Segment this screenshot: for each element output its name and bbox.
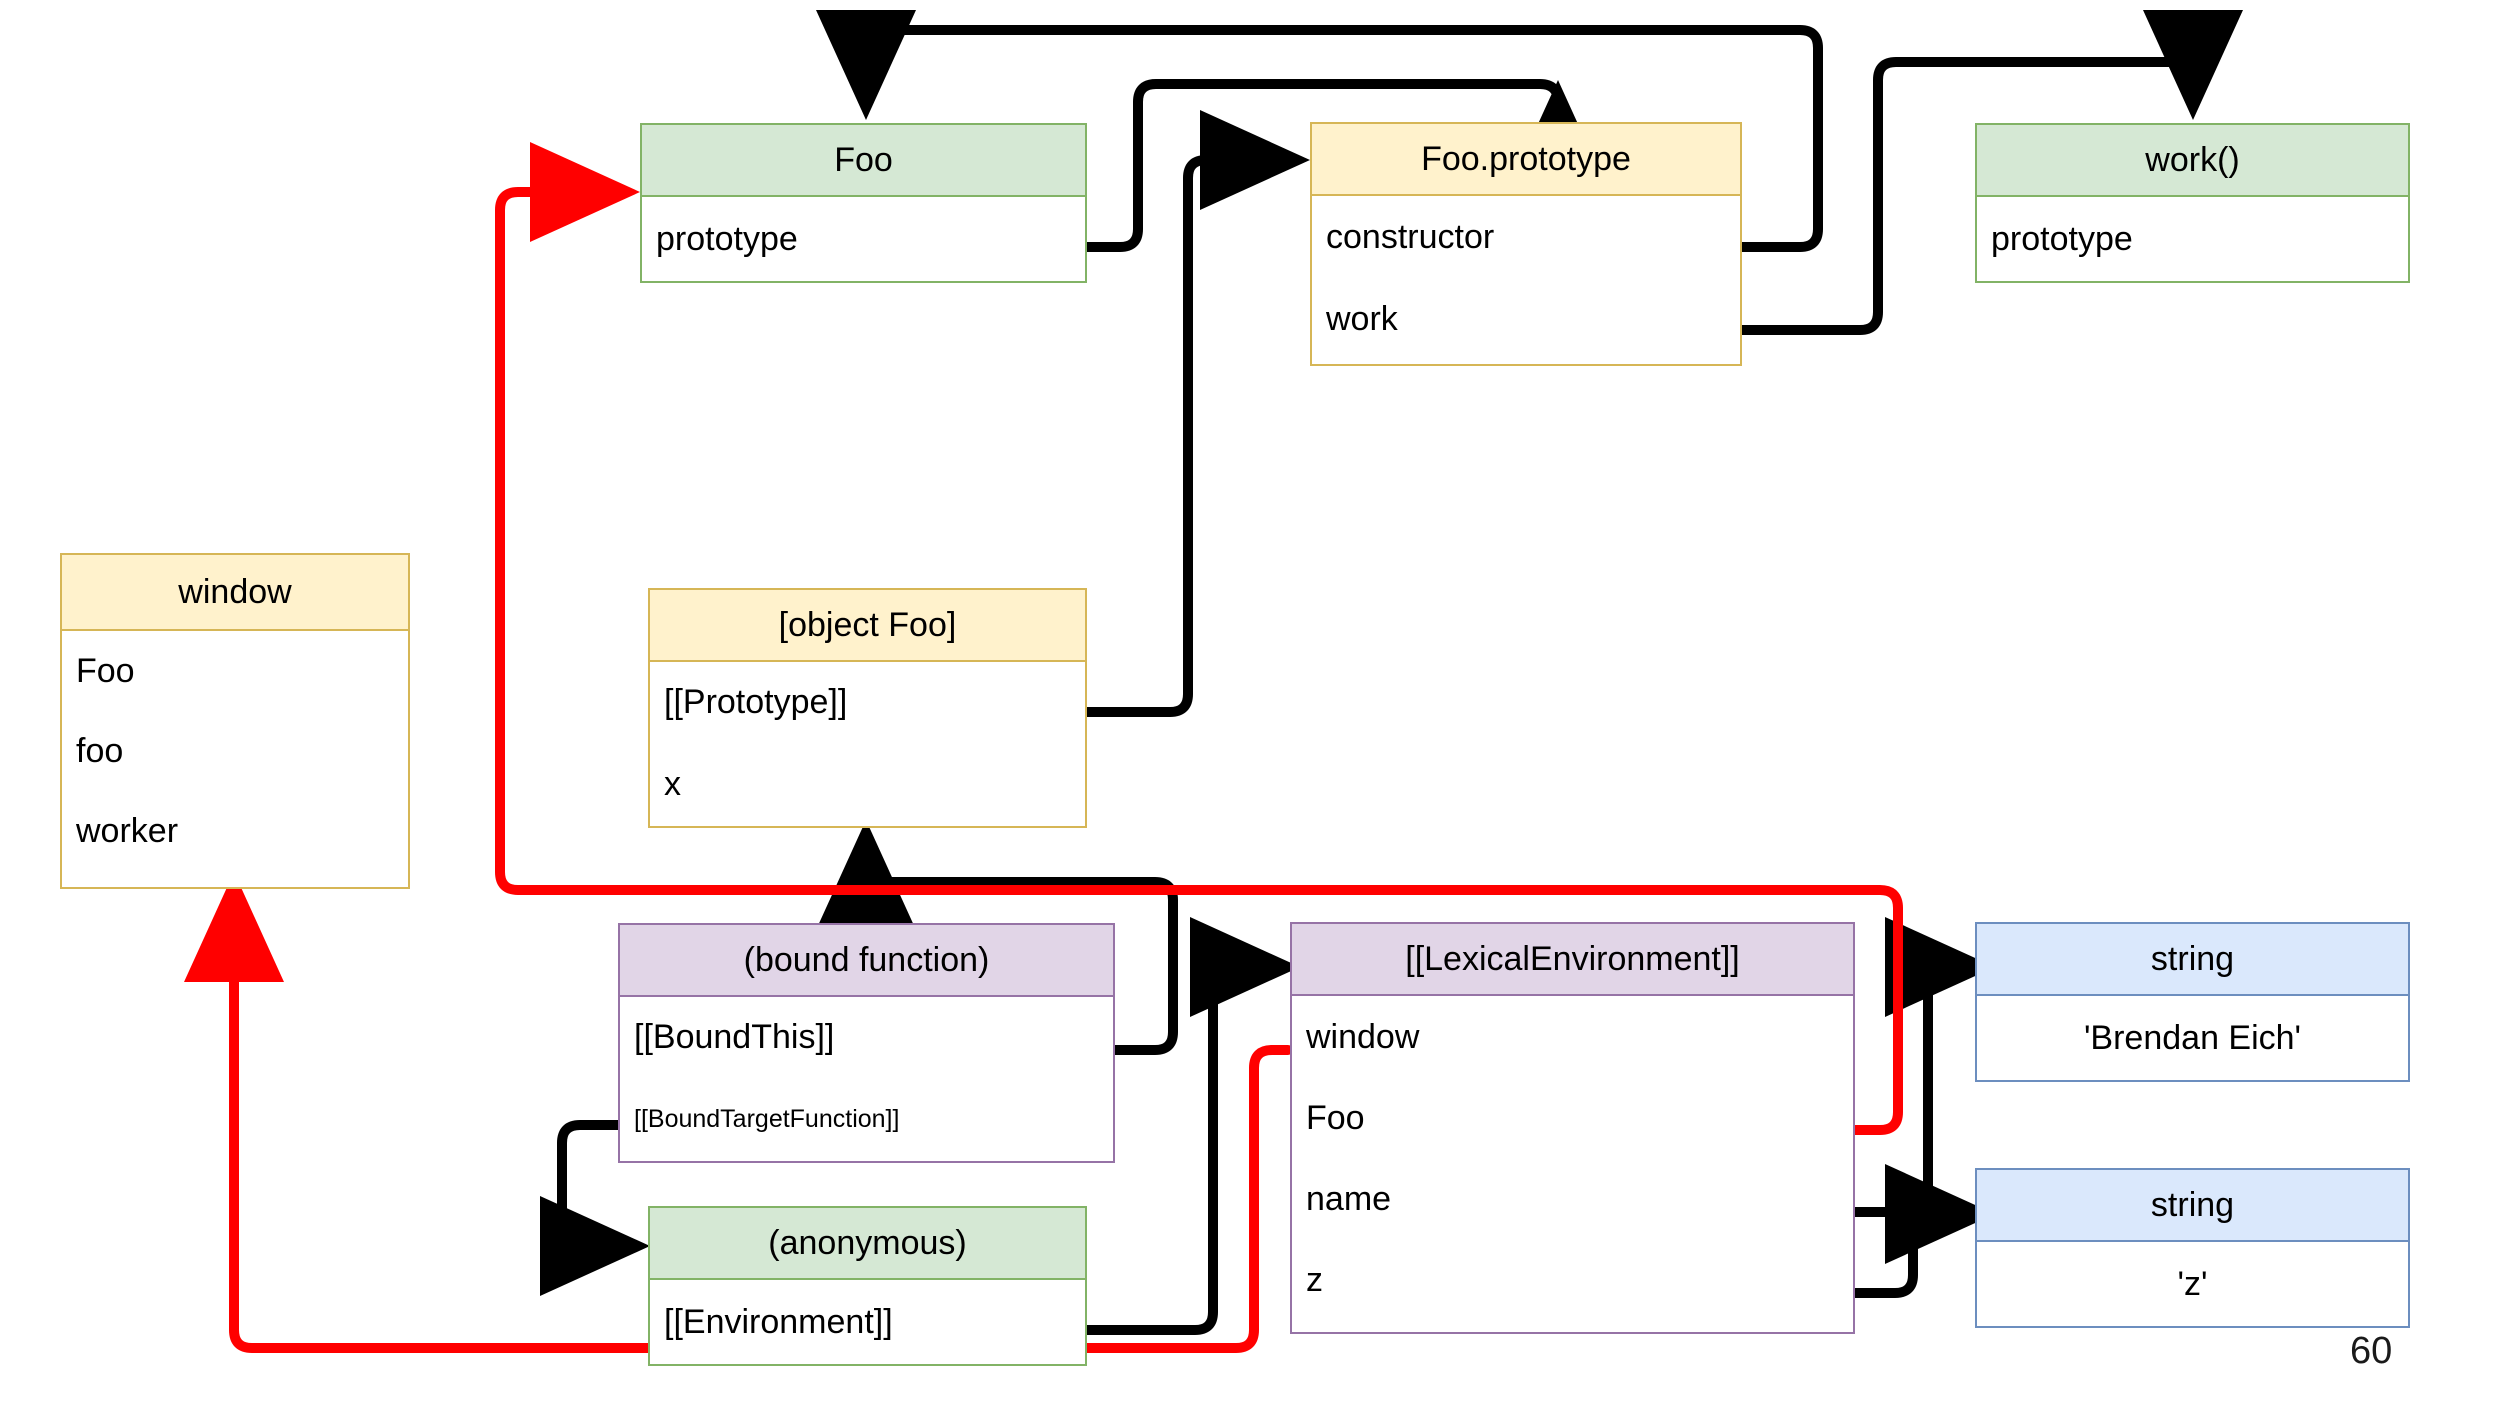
node-anonymous-title: (anonymous) <box>650 1208 1085 1280</box>
node-bound-function[interactable]: (bound function) [[BoundThis]] [[BoundTa… <box>618 923 1115 1163</box>
node-window-title: window <box>62 555 408 631</box>
node-lexical-environment[interactable]: [[LexicalEnvironment]] window Foo name z <box>1290 922 1855 1334</box>
edge-objectfoo-prototype-to-fooprototype <box>1082 110 1310 717</box>
node-string-z-value: 'z' <box>2177 1265 2208 1303</box>
node-foo-prototype[interactable]: Foo.prototype constructor work <box>1310 122 1742 366</box>
node-string-z[interactable]: string 'z' <box>1975 1168 2410 1328</box>
node-window-row-foo-instance[interactable]: foo <box>62 711 408 791</box>
edge-lexenv-name-to-string-brendan <box>1850 917 1995 1217</box>
node-bound-function-title: (bound function) <box>620 925 1113 997</box>
page-number: 60 <box>2350 1330 2393 1372</box>
node-bound-function-row-bound-this[interactable]: [[BoundThis]] <box>620 997 1113 1077</box>
node-anonymous[interactable]: (anonymous) [[Environment]] <box>648 1206 1087 1366</box>
node-foo-row-prototype[interactable]: prototype <box>642 197 1085 281</box>
node-string-z-title: string <box>1977 1170 2408 1242</box>
node-string-brendan-title: string <box>1977 924 2408 996</box>
node-string-brendan-value: 'Brendan Eich' <box>2083 1019 2302 1057</box>
node-object-foo-row-x[interactable]: x <box>650 742 1085 826</box>
node-window[interactable]: window Foo foo worker <box>60 553 410 889</box>
node-work-fn[interactable]: work() prototype <box>1975 123 2410 283</box>
node-lexical-environment-row-window[interactable]: window <box>1292 996 1853 1077</box>
node-object-foo[interactable]: [object Foo] [[Prototype]] x <box>648 588 1087 828</box>
node-foo-prototype-row-constructor[interactable]: constructor <box>1312 196 1740 278</box>
node-foo[interactable]: Foo prototype <box>640 123 1087 283</box>
node-lexical-environment-title: [[LexicalEnvironment]] <box>1292 924 1853 996</box>
node-lexical-environment-row-name[interactable]: name <box>1292 1158 1853 1239</box>
edge-lexenv-z-to-string-z <box>1850 1164 1995 1298</box>
node-foo-prototype-row-work[interactable]: work <box>1312 278 1740 360</box>
node-string-brendan[interactable]: string 'Brendan Eich' <box>1975 922 2410 1082</box>
node-foo-prototype-title: Foo.prototype <box>1312 124 1740 196</box>
node-work-fn-title: work() <box>1977 125 2408 197</box>
node-foo-title: Foo <box>642 125 1085 197</box>
edge-anonymous-environment-to-lexenv <box>1082 917 1300 1335</box>
node-window-row-foo[interactable]: Foo <box>62 631 408 711</box>
node-anonymous-row-environment[interactable]: [[Environment]] <box>650 1280 1085 1364</box>
node-lexical-environment-row-z[interactable]: z <box>1292 1239 1853 1320</box>
node-object-foo-title: [object Foo] <box>650 590 1085 662</box>
diagram-canvas: window Foo foo worker Foo prototype Foo.… <box>0 0 2500 1406</box>
node-object-foo-row-prototype[interactable]: [[Prototype]] <box>650 662 1085 742</box>
node-window-row-worker[interactable]: worker <box>62 791 408 871</box>
node-bound-function-row-bound-target-function[interactable]: [[BoundTargetFunction]] <box>620 1077 1113 1161</box>
node-work-fn-row-prototype[interactable]: prototype <box>1977 197 2408 281</box>
node-lexical-environment-row-foo[interactable]: Foo <box>1292 1077 1853 1158</box>
